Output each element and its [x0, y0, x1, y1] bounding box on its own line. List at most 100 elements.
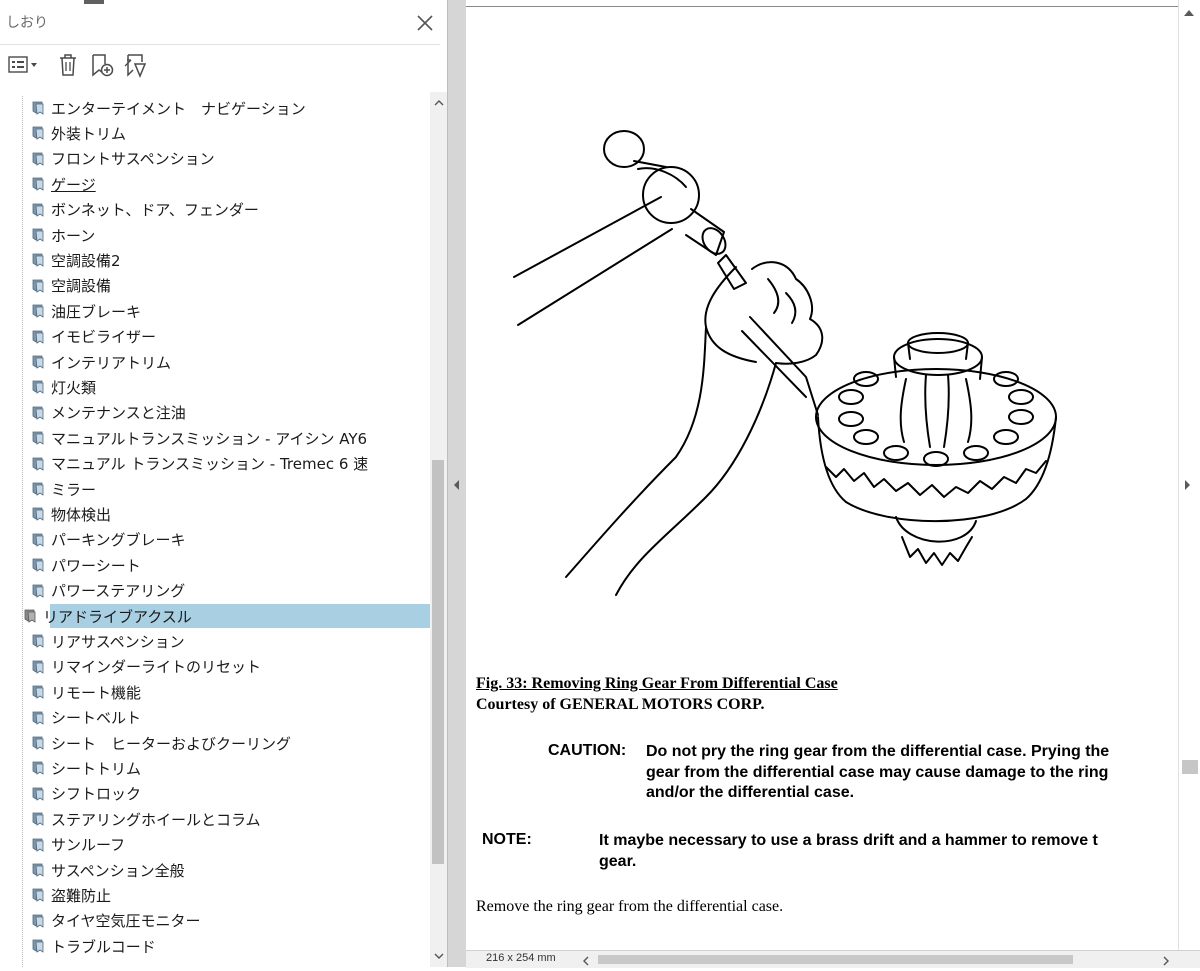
delete-bookmark-button[interactable]: [54, 50, 82, 80]
horizontal-scroll-thumb[interactable]: [598, 955, 1073, 964]
caution-text: Do not pry the ring gear from the differ…: [646, 742, 1109, 804]
bookmark-icon: [32, 838, 44, 852]
bookmark-item[interactable]: 空調設備2: [22, 248, 430, 272]
bookmark-item[interactable]: ミラー: [22, 477, 430, 501]
scroll-up-button[interactable]: [430, 94, 447, 111]
bookmark-icon: [32, 457, 44, 471]
options-menu-button[interactable]: [6, 50, 40, 80]
list-options-icon: [8, 56, 37, 73]
panel-splitter[interactable]: [447, 0, 467, 967]
bookmark-item[interactable]: サンルーフ: [22, 833, 430, 857]
bookmark-item[interactable]: メンテナンスと注油: [22, 401, 430, 425]
bookmark-label: 灯火類: [51, 378, 97, 397]
bookmark-icon: [32, 711, 44, 725]
bookmark-label: 盗難防止: [51, 886, 112, 905]
bookmark-icon: [32, 787, 44, 801]
bookmark-item[interactable]: インテリアトリム: [22, 350, 430, 374]
figure-credit: Courtesy of GENERAL MOTORS CORP.: [476, 696, 765, 713]
bookmark-icon: [32, 431, 44, 445]
bookmark-item[interactable]: パーキングブレーキ: [22, 528, 430, 552]
bookmark-item[interactable]: シート ヒーターおよびクーリング: [22, 731, 430, 755]
scroll-left-button[interactable]: [582, 952, 590, 971]
bookmark-icon: [32, 101, 44, 115]
bookmark-item[interactable]: リアサスペンション: [22, 629, 430, 653]
bookmark-item[interactable]: シフトロック: [22, 782, 430, 806]
bookmark-item[interactable]: シートトリム: [22, 756, 430, 780]
caret-right-icon: [1185, 480, 1190, 490]
bookmark-label: 空調設備: [51, 277, 112, 296]
bookmark-item[interactable]: 盗難防止: [22, 883, 430, 907]
bookmark-item[interactable]: フロントサスペンション: [22, 147, 430, 171]
document-viewport[interactable]: Fig. 33: Removing Ring Gear From Differe…: [466, 0, 1200, 950]
close-panel-button[interactable]: [412, 10, 438, 36]
bookmarks-toolbar: [0, 48, 440, 84]
bookmark-item[interactable]: ホーン: [22, 223, 430, 247]
bookmark-icon: [32, 279, 44, 293]
document-scrollbar[interactable]: [1178, 0, 1200, 950]
caution-line: and/or the differential case.: [646, 784, 855, 801]
next-page-button[interactable]: [1183, 476, 1191, 495]
chevron-down-icon: [434, 953, 443, 959]
bookmark-label: 物体検出: [51, 505, 112, 524]
scroll-right-button[interactable]: [1162, 952, 1170, 971]
find-bookmark-button[interactable]: [122, 50, 150, 80]
bookmark-item[interactable]: トラブルコード: [22, 934, 430, 958]
bookmark-label: シートトリム: [51, 759, 142, 778]
bookmark-label: シート ヒーターおよびクーリング: [51, 734, 292, 753]
note-line: gear.: [599, 852, 637, 870]
bookmark-label: 空調設備2: [51, 251, 121, 270]
bookmark-icon: [24, 609, 36, 623]
bookmark-label: パーキングブレーキ: [51, 531, 186, 550]
bookmark-label: シートベルト: [51, 709, 142, 728]
bookmark-label: フロントサスペンション: [51, 150, 215, 169]
bookmark-item[interactable]: シートベルト: [22, 706, 430, 730]
bookmark-item[interactable]: マニュアル トランスミッション - Tremec 6 速: [22, 452, 430, 476]
figure-caption[interactable]: Fig. 33: Removing Ring Gear From Differe…: [476, 675, 838, 693]
caution-line: Do not pry the ring gear from the differ…: [646, 743, 1110, 760]
bookmark-item[interactable]: タイヤ空気圧モニター: [22, 909, 430, 933]
bookmark-item[interactable]: リマインダーライトのリセット: [22, 655, 430, 679]
bookmark-item[interactable]: マニュアルトランスミッション - アイシン AY6: [22, 426, 430, 450]
bookmark-label: パワーシート: [51, 556, 141, 575]
bookmark-item[interactable]: サスペンション全般: [22, 858, 430, 882]
bookmark-item[interactable]: ステアリングホイールとコラム: [22, 807, 430, 831]
bookmark-icon: [32, 304, 44, 318]
scrollbar-thumb[interactable]: [432, 460, 444, 864]
add-bookmark-button[interactable]: [88, 50, 116, 80]
bookmark-icon: [32, 888, 44, 903]
bookmark-icon: [32, 914, 44, 928]
chevron-left-icon: [583, 956, 589, 966]
bookmark-icon: [32, 253, 44, 268]
bookmark-label: 油圧ブレーキ: [51, 302, 142, 321]
bookmark-item[interactable]: ボンネット、ドア、フェンダー: [22, 198, 430, 222]
bookmark-label: メンテナンスと注油: [51, 404, 186, 423]
bookmark-item[interactable]: 灯火類: [22, 375, 430, 399]
scrollbar-thumb[interactable]: [1182, 760, 1198, 774]
body-paragraph: Remove the ring gear from the differenti…: [476, 898, 784, 915]
bookmark-icon: [32, 507, 44, 522]
bookmark-label: イモビライザー: [51, 328, 157, 347]
bookmark-item[interactable]: 空調設備: [22, 274, 430, 298]
bookmark-label: パワーステアリング: [51, 582, 186, 601]
bookmark-item[interactable]: 物体検出: [22, 502, 430, 526]
bookmark-item[interactable]: リアドライブアクスル: [24, 604, 430, 628]
bookmark-item[interactable]: エンターテイメント ナビゲーション: [22, 96, 430, 120]
bookmark-item[interactable]: パワーステアリング: [22, 579, 430, 603]
bookmark-item[interactable]: リモート機能: [22, 680, 430, 704]
collapse-panel-button[interactable]: [453, 476, 461, 495]
bookmark-item[interactable]: パワーシート: [22, 553, 430, 577]
bookmark-item[interactable]: ゲージ: [22, 172, 430, 196]
bookmark-item[interactable]: 油圧ブレーキ: [22, 299, 430, 323]
chevron-up-icon: [434, 99, 443, 105]
bookmark-label: インテリアトリム: [51, 353, 172, 372]
bookmark-icon: [32, 660, 44, 674]
scroll-down-button[interactable]: [430, 947, 447, 964]
bookmark-scrollbar[interactable]: [430, 92, 447, 967]
note-label: NOTE:: [482, 831, 532, 848]
bookmark-icon: [32, 812, 44, 826]
scroll-up-button[interactable]: [1183, 2, 1195, 21]
caution-line: gear from the differential case may caus…: [646, 763, 1109, 781]
bookmark-item[interactable]: 外装トリム: [22, 121, 430, 145]
bookmark-item[interactable]: イモビライザー: [22, 325, 430, 349]
bookmark-label: ボンネット、ドア、フェンダー: [51, 201, 259, 220]
